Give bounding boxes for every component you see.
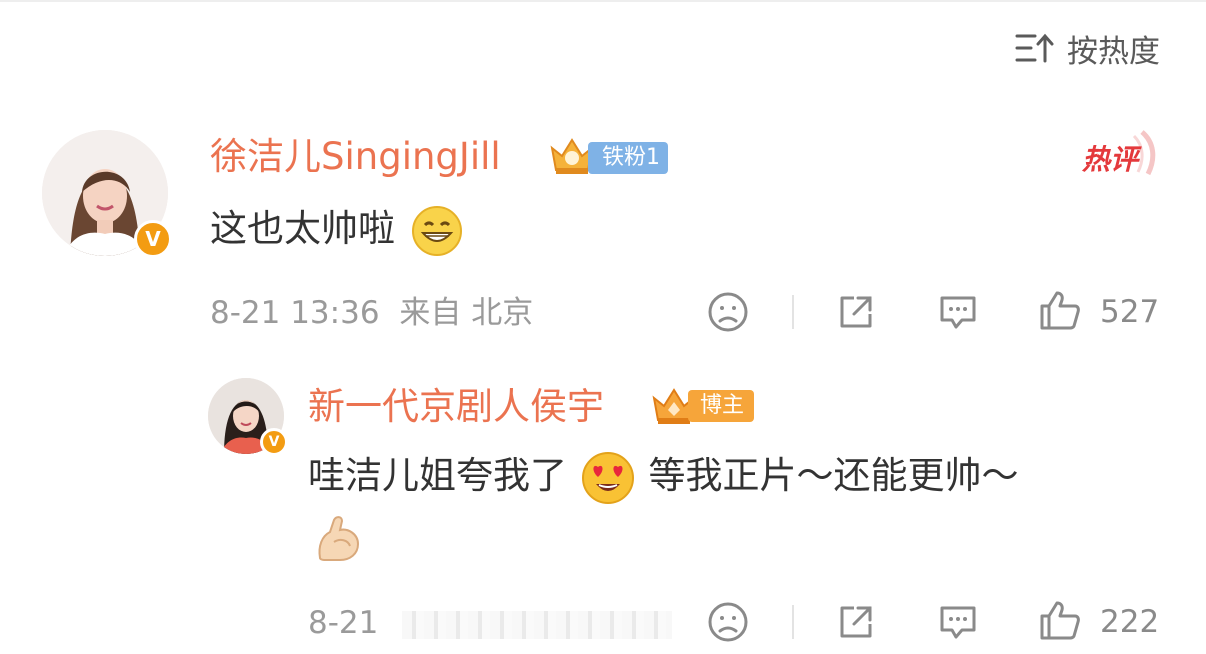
- reply-text-part2: 等我正片～还能更帅～: [648, 454, 1019, 497]
- reply-meta: 8-21: [308, 602, 673, 644]
- share-icon[interactable]: [834, 290, 878, 334]
- like-icon[interactable]: [1038, 288, 1082, 332]
- comment-meta: 8-21 13:36 来自 北京: [210, 292, 533, 334]
- reply-text: 哇洁儿姐夸我了 等我正片～还能更帅～: [308, 448, 1019, 505]
- reply-share-icon[interactable]: [834, 600, 878, 644]
- reply-like-icon[interactable]: [1038, 598, 1082, 642]
- reply-verified-badge-icon: V: [260, 428, 288, 456]
- reply-like-count: 222: [1100, 604, 1160, 640]
- grin-emoji-icon: [411, 205, 462, 256]
- reply-username[interactable]: 新一代京剧人侯宇: [308, 384, 604, 430]
- fan-level-badge: 铁粉1: [588, 142, 668, 174]
- action-divider: [792, 295, 794, 329]
- hot-comment-tag: 热评: [1082, 128, 1160, 182]
- comment-text-body: 这也太帅啦: [210, 207, 395, 250]
- hot-comment-label: 热评: [1082, 143, 1139, 176]
- sort-icon: [1015, 33, 1054, 63]
- flexed-biceps-emoji-icon: [318, 516, 360, 561]
- dislike-face-icon[interactable]: [706, 290, 750, 334]
- comment-time: 8-21 13:36: [210, 295, 380, 331]
- like-count: 527: [1100, 294, 1160, 330]
- reply-dislike-face-icon[interactable]: [706, 600, 750, 644]
- top-divider: [0, 0, 1206, 2]
- reply-time: 8-21: [308, 605, 379, 641]
- reply-action-divider: [792, 605, 794, 639]
- reply-comment-icon[interactable]: [936, 600, 980, 644]
- comment-username[interactable]: 徐洁儿SingingJill: [210, 134, 501, 180]
- verified-badge-icon: V: [134, 220, 172, 258]
- comment-text: 这也太帅啦: [210, 202, 463, 257]
- sort-label: 按热度: [1067, 33, 1160, 70]
- blogger-badge: 博主: [688, 390, 755, 422]
- heart-eyes-emoji-icon: [581, 451, 634, 504]
- comment-location: 来自 北京: [399, 295, 534, 331]
- sort-by-hot-button[interactable]: 按热度: [1015, 28, 1160, 70]
- reply-text-part1: 哇洁儿姐夸我了: [308, 454, 567, 497]
- comment-icon[interactable]: [936, 290, 980, 334]
- redacted-meta: [402, 610, 673, 639]
